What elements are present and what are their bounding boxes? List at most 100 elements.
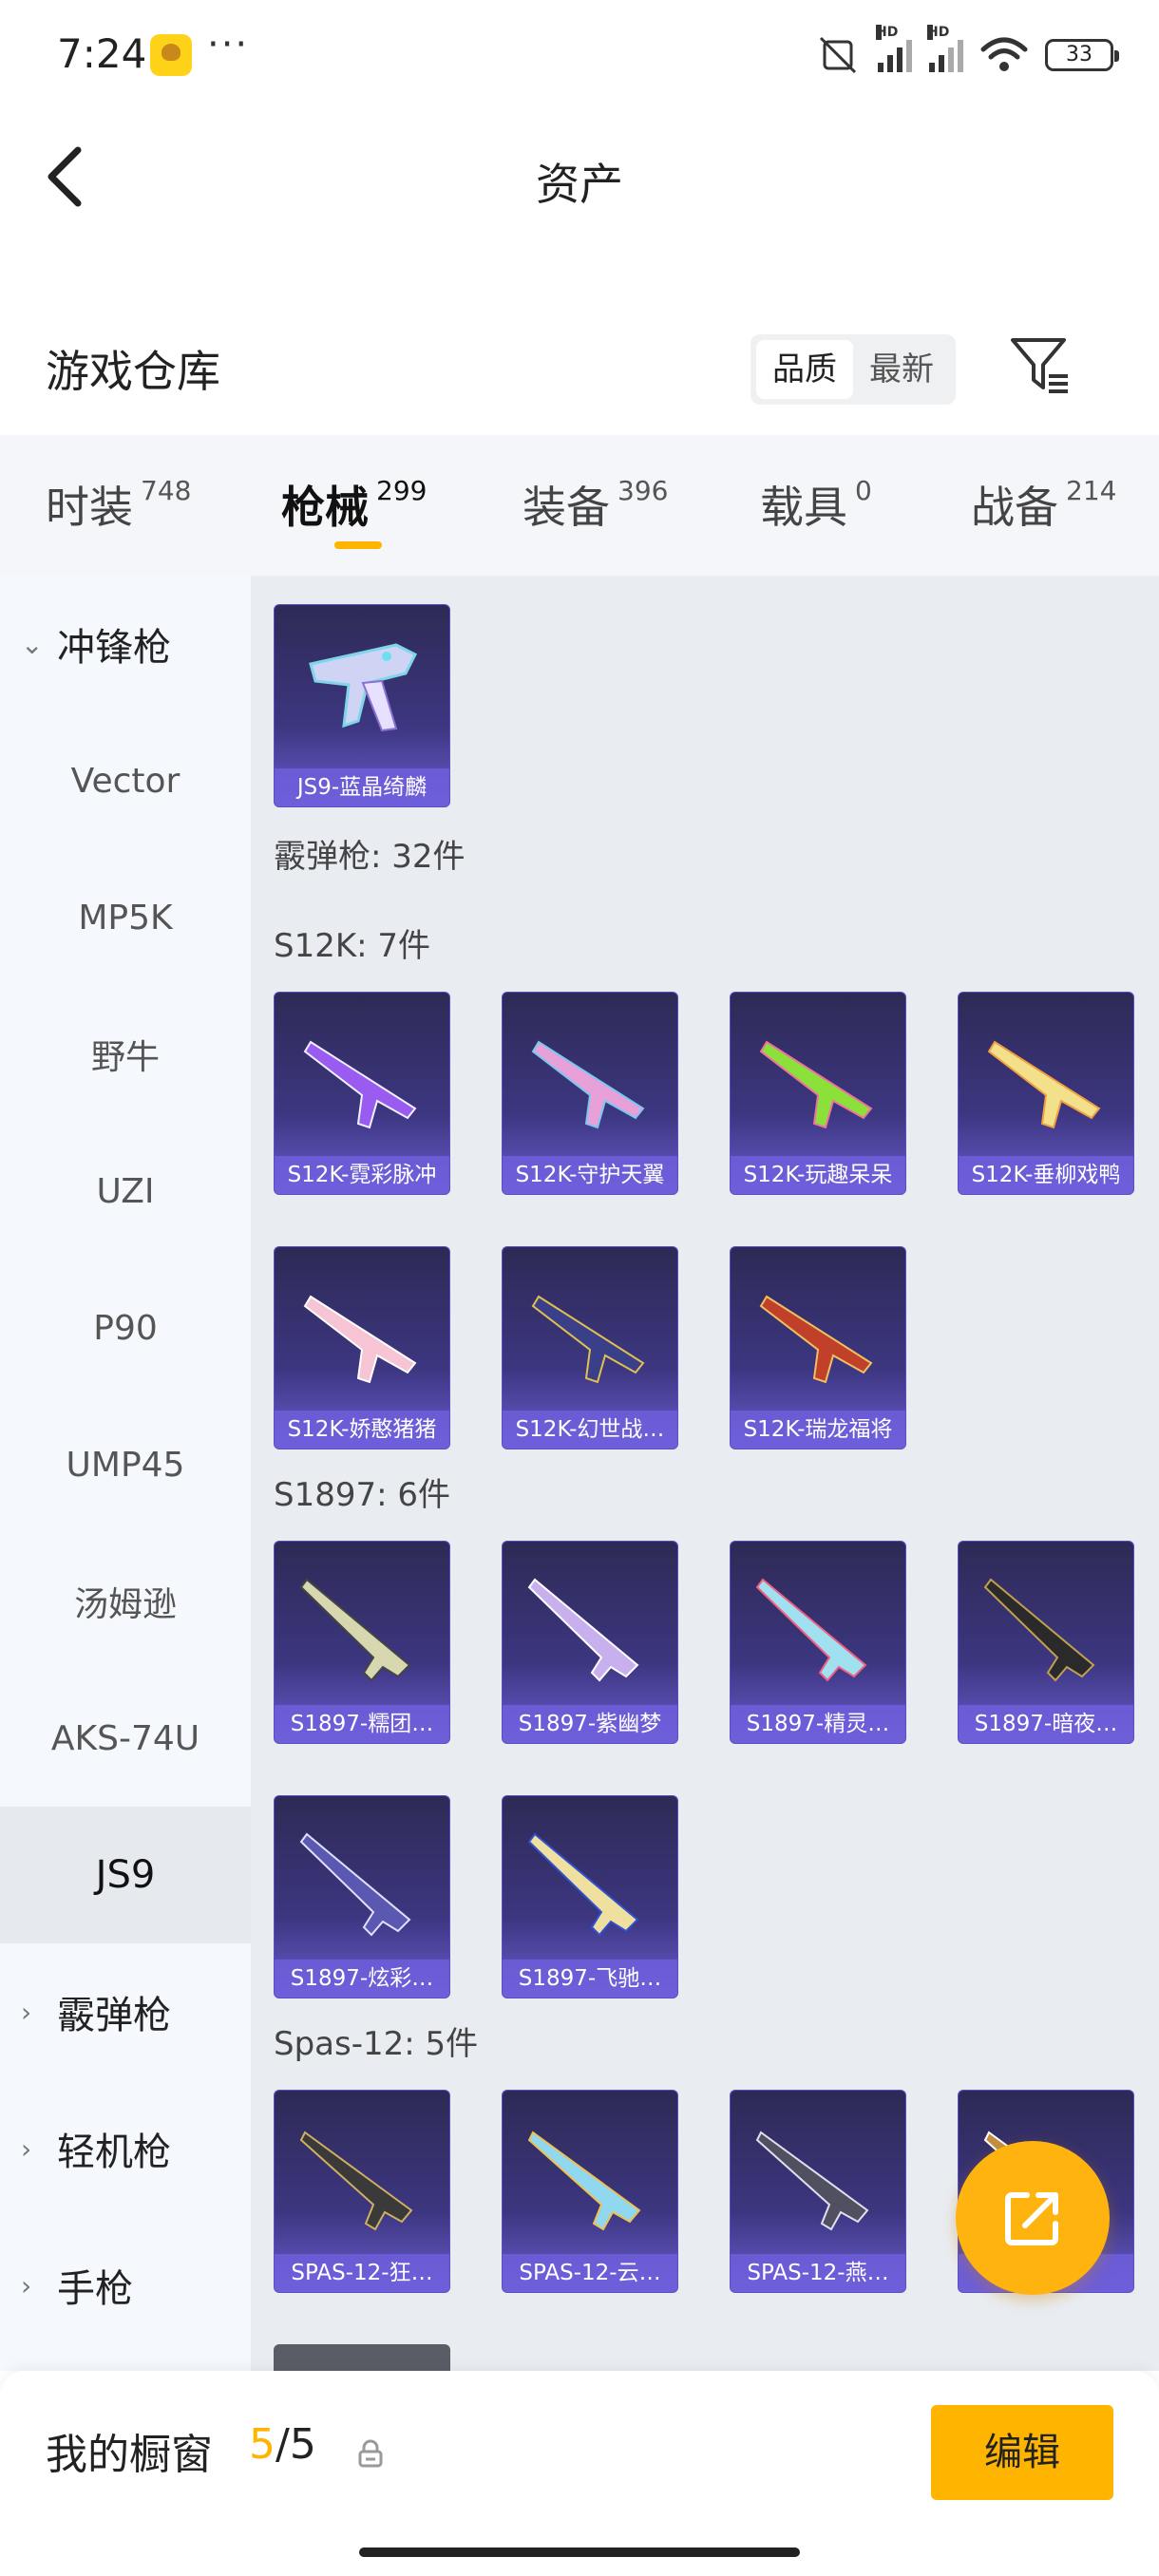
shotgun-total-label: 霰弹枪: 32件 (274, 838, 466, 876)
tab-vehicles[interactable]: 载具 0 (760, 473, 872, 536)
chevron-right-icon: › (21, 2269, 32, 2301)
sidebar-group-pistol[interactable]: › 手枪 (0, 2217, 251, 2354)
edit-button[interactable]: 编辑 (931, 2405, 1113, 2500)
tab-combat-gear[interactable]: 战备 214 (971, 473, 1116, 536)
tab-count: 214 (1066, 475, 1117, 506)
skin-card-label: S12K-霓彩脉冲 (275, 1156, 449, 1194)
cell-signal-2-icon: HD (927, 25, 963, 72)
sort-newest-option[interactable]: 最新 (853, 340, 950, 399)
rifle-skin-image (303, 1295, 417, 1384)
skin-card[interactable]: SPAS-12-云… (502, 2090, 678, 2293)
tab-fashion[interactable]: 时装 748 (46, 473, 191, 536)
skin-card-label: JS9-蓝晶绮麟 (275, 768, 449, 806)
skin-card-label: S12K-幻世战… (503, 1411, 677, 1449)
tab-label: 枪械 (281, 482, 369, 533)
more-notifications-icon: ··· (207, 23, 250, 66)
sidebar-group-smg[interactable]: ⌄ 冲锋枪 (0, 576, 251, 712)
home-indicator[interactable] (359, 2548, 800, 2557)
rifle-skin-image (759, 1040, 873, 1129)
status-bar: 7:24 ··· HD HD 33 (0, 0, 1159, 114)
skin-card-label: S12K-垂柳戏鸭 (959, 1156, 1133, 1194)
section-title-spas12: Spas-12: 5件 (274, 2025, 479, 2063)
skin-card[interactable]: SPAS-12-燕… (730, 2090, 906, 2293)
sidebar-item-mp5k[interactable]: MP5K (0, 849, 251, 986)
weapon-sidebar: ⌄ 冲锋枪 Vector MP5K 野牛 UZI P90 UMP45 汤姆逊 A… (0, 576, 251, 2371)
filter-icon (1011, 338, 1068, 393)
sidebar-item-aks74u[interactable]: AKS-74U (0, 1670, 251, 1807)
share-fab[interactable] (956, 2141, 1110, 2295)
rifle-skin-image (759, 1295, 873, 1384)
skin-card-label: S1897-紫幽梦 (503, 1705, 677, 1743)
skin-card[interactable]: S1897-炫彩… (274, 1795, 450, 1998)
skin-card[interactable]: S12K-垂柳戏鸭 (958, 992, 1134, 1195)
tab-count: 396 (618, 475, 669, 506)
skin-card-label: S1897-炫彩… (275, 1960, 449, 1998)
sidebar-item-thompson[interactable]: 汤姆逊 (0, 1533, 251, 1670)
shotgun-skin-image (299, 2131, 413, 2231)
skin-card-label: S12K-玩趣呆呆 (731, 1156, 905, 1194)
sidebar-item-label: 冲锋枪 (57, 626, 171, 670)
sort-quality-option[interactable]: 品质 (756, 340, 853, 399)
showcase-current: 5 (249, 2420, 276, 2469)
tab-count: 748 (141, 475, 192, 506)
sidebar-item-ump45[interactable]: UMP45 (0, 1396, 251, 1533)
shotgun-skin-image (983, 1578, 1095, 1682)
mute-vibrate-icon (819, 36, 857, 74)
rifle-skin-image (531, 1295, 645, 1384)
skin-card[interactable]: SPAS-12-狂… (274, 2090, 450, 2293)
skin-card[interactable]: S1897-飞驰… (502, 1795, 678, 1998)
tab-count: 299 (376, 475, 428, 506)
skin-card-label: SPAS-12-云… (503, 2254, 677, 2292)
skin-card[interactable]: S12K-瑞龙福将 (730, 1246, 906, 1449)
sidebar-group-shotgun[interactable]: › 霰弹枪 (0, 1943, 251, 2080)
sidebar-item-uzi[interactable]: UZI (0, 1123, 251, 1260)
chevron-right-icon: › (21, 1996, 32, 2028)
active-tab-indicator (334, 541, 382, 549)
sidebar-item-vector[interactable]: Vector (0, 712, 251, 849)
skin-card[interactable]: JS9-蓝晶绮麟 (274, 604, 450, 807)
showcase-bar: 我的橱窗 5/5 编辑 (0, 2371, 1159, 2576)
skin-card[interactable]: S1897-暗夜… (958, 1541, 1134, 1744)
skin-card-label: S12K-娇憨猪猪 (275, 1411, 449, 1449)
skin-card-label: S1897-暗夜… (959, 1705, 1133, 1743)
sidebar-item-bizon[interactable]: 野牛 (0, 986, 251, 1123)
skin-card[interactable]: S1897-精灵… (730, 1541, 906, 1744)
cell-signal-1-icon: HD (876, 25, 912, 72)
share-icon (1005, 2192, 1058, 2245)
tab-firearms[interactable]: 枪械 299 (281, 473, 427, 536)
tab-label: 载具 (760, 482, 847, 533)
skin-card[interactable]: S1897-紫幽梦 (502, 1541, 678, 1744)
tab-label: 战备 (971, 482, 1058, 533)
wifi-icon (980, 37, 1028, 71)
sidebar-group-lmg[interactable]: › 轻机枪 (0, 2080, 251, 2217)
weapon-skin-grid: JS9-蓝晶绮麟 霰弹枪: 32件 S12K: 7件 S12K-霓彩脉冲 S12… (251, 576, 1159, 2371)
shotgun-skin-image (527, 2131, 641, 2231)
showcase-total: /5 (276, 2420, 316, 2469)
showcase-label: 我的橱窗 (46, 2431, 213, 2479)
shotgun-skin-image (755, 1578, 867, 1682)
skin-card[interactable]: S12K-玩趣呆呆 (730, 992, 906, 1195)
tab-label: 装备 (522, 482, 610, 533)
skin-card-label: SPAS-12-狂… (275, 2254, 449, 2292)
battery-icon: 33 (1045, 39, 1119, 71)
tab-count: 0 (855, 475, 872, 506)
filter-button[interactable] (1007, 334, 1074, 397)
skin-card[interactable]: S12K-霓彩脉冲 (274, 992, 450, 1195)
tab-equipment[interactable]: 装备 396 (522, 473, 668, 536)
section-title-s1897: S1897: 6件 (274, 1476, 451, 1514)
skin-card[interactable]: S12K-幻世战… (502, 1246, 678, 1449)
skin-card[interactable]: S12K-娇憨猪猪 (274, 1246, 450, 1449)
skin-card[interactable]: S1897-糯团… (274, 1541, 450, 1744)
sidebar-item-js9[interactable]: JS9 (0, 1807, 251, 1943)
skin-card-partial[interactable] (274, 2344, 450, 2371)
sidebar-item-p90[interactable]: P90 (0, 1260, 251, 1396)
lock-icon (358, 2439, 383, 2468)
showcase-count: 5/5 (249, 2420, 316, 2469)
skin-card[interactable]: S12K-守护天翼 (502, 992, 678, 1195)
rifle-skin-image (303, 1040, 417, 1129)
rifle-skin-image (987, 1040, 1101, 1129)
system-icons: HD HD 33 (815, 25, 1119, 80)
sidebar-item-label: 轻机枪 (57, 2131, 171, 2174)
section-title-s12k: S12K: 7件 (274, 927, 431, 965)
chevron-down-icon: ⌄ (21, 628, 44, 660)
